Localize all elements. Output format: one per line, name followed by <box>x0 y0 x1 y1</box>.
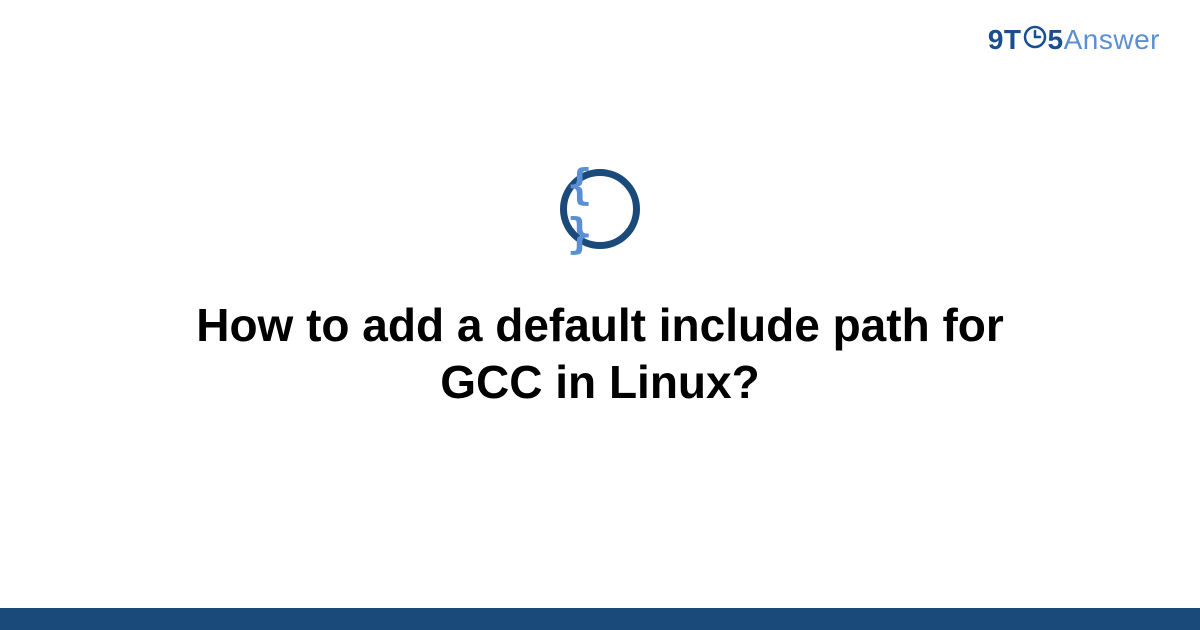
curly-braces-icon: { } <box>567 160 633 258</box>
main-content: { } How to add a default include path fo… <box>0 0 1200 630</box>
footer-accent-bar <box>0 608 1200 630</box>
question-title: How to add a default include path for GC… <box>140 297 1060 412</box>
category-icon-circle: { } <box>560 169 640 249</box>
